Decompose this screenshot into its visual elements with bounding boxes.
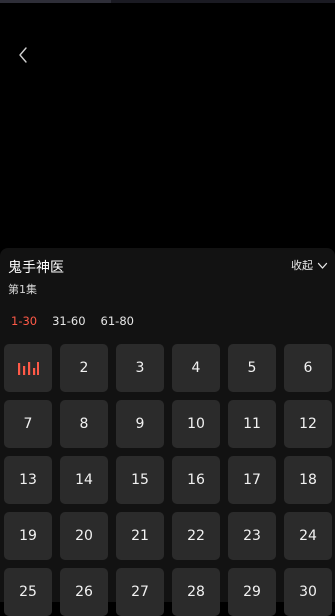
episode-button-13[interactable]: 13 [4,456,52,504]
episode-button-7[interactable]: 7 [4,400,52,448]
episode-button-21[interactable]: 21 [116,512,164,560]
episode-button-27[interactable]: 27 [116,568,164,616]
episode-button-10[interactable]: 10 [172,400,220,448]
episode-grid: 2 3 4 5 6 7 8 9 10 11 12 13 14 15 16 17 18 19 20 21 22 23 24 25… [4,344,332,616]
back-button[interactable] [10,41,36,69]
range-tab-1-30[interactable]: 1-30 [11,312,37,330]
episode-button-15[interactable]: 15 [116,456,164,504]
episode-button-29[interactable]: 29 [228,568,276,616]
range-tab-61-80[interactable]: 61-80 [101,312,134,330]
equalizer-playing-icon [18,362,39,375]
video-player[interactable] [0,3,335,248]
episode-button-28[interactable]: 28 [172,568,220,616]
episode-range-tabs: 1-30 31-60 61-80 [11,312,149,330]
episode-button-23[interactable]: 23 [228,512,276,560]
collapse-label: 收起 [291,259,313,272]
drama-title: 鬼手神医 [8,260,64,276]
episode-panel: 鬼手神医 第1集 收起 1-30 31-60 61-80 2 3 4 5 6 7 8 9 10 11 1… [0,248,335,616]
chevron-left-icon [19,47,27,63]
episode-button-18[interactable]: 18 [284,456,332,504]
episode-button-12[interactable]: 12 [284,400,332,448]
episode-button-24[interactable]: 24 [284,512,332,560]
episode-button-2[interactable]: 2 [60,344,108,392]
episode-button-1[interactable] [4,344,52,392]
collapse-button[interactable]: 收起 [291,258,328,274]
episode-button-16[interactable]: 16 [172,456,220,504]
episode-button-4[interactable]: 4 [172,344,220,392]
chevron-down-icon [317,262,328,269]
episode-button-19[interactable]: 19 [4,512,52,560]
episode-button-11[interactable]: 11 [228,400,276,448]
episode-button-3[interactable]: 3 [116,344,164,392]
episode-button-14[interactable]: 14 [60,456,108,504]
episode-button-6[interactable]: 6 [284,344,332,392]
episode-button-30[interactable]: 30 [284,568,332,616]
episode-button-25[interactable]: 25 [4,568,52,616]
episode-button-22[interactable]: 22 [172,512,220,560]
range-tab-31-60[interactable]: 31-60 [52,312,85,330]
episode-button-17[interactable]: 17 [228,456,276,504]
episode-button-5[interactable]: 5 [228,344,276,392]
episode-button-26[interactable]: 26 [60,568,108,616]
current-episode-label: 第1集 [8,283,37,296]
episode-button-9[interactable]: 9 [116,400,164,448]
episode-button-8[interactable]: 8 [60,400,108,448]
episode-button-20[interactable]: 20 [60,512,108,560]
